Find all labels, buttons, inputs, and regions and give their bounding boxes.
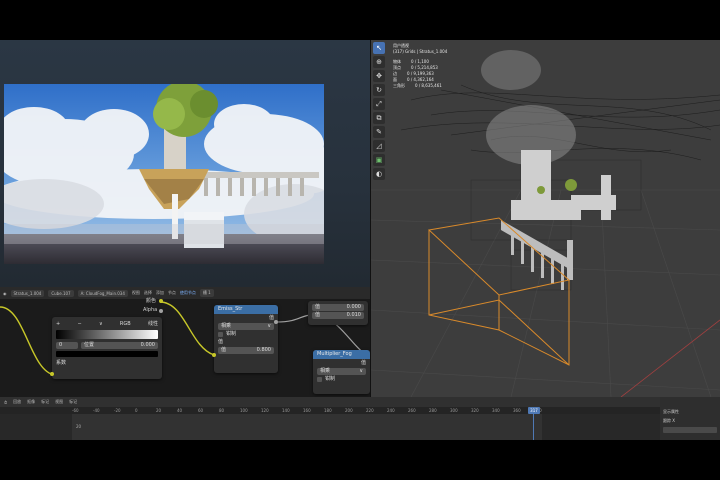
clamp-label: 钳制 <box>325 376 336 382</box>
move-icon[interactable]: ✥ <box>373 70 385 82</box>
add-stop-button[interactable]: + <box>56 320 60 328</box>
value-field-b[interactable]: 值 0.010 <box>312 311 364 319</box>
menu-marker[interactable]: 标记 <box>69 399 77 405</box>
ramp-menu-icon[interactable]: ∨ <box>99 320 103 328</box>
ruler-tick-label: 280 <box>429 408 437 413</box>
alpha-output-label: Alpha <box>143 307 158 313</box>
value-input-label: 值 <box>218 339 224 345</box>
side-panel-label: 跟踪 X <box>663 418 676 423</box>
value-node-partial[interactable]: 值 0.000 值 0.010 <box>308 301 368 325</box>
ruler-tick-label: 260 <box>408 408 416 413</box>
viewport-toolbar: ↖ ⊕ ✥ ↻ ⤢ ⧉ ✎ ◿ ▣ ◐ <box>373 42 385 180</box>
render-result-image <box>4 84 324 264</box>
3d-viewport[interactable]: ↖ ⊕ ✥ ↻ ⤢ ⧉ ✎ ◿ ▣ ◐ 用户透视 (317) Grids | S… <box>371 40 720 397</box>
image-viewer[interactable] <box>0 40 370 287</box>
ruler-tick-label: 180 <box>324 408 332 413</box>
node-title: Emiss_Str <box>214 305 278 314</box>
timeline-side-panel: 显示属性 跟踪 X <box>660 397 720 440</box>
ruler-tick-label: 20 <box>156 408 162 413</box>
clamp-checkbox[interactable] <box>317 376 322 382</box>
ruler-tick-label: 80 <box>219 408 225 413</box>
ramp-interpolation[interactable]: 线性 <box>148 320 158 328</box>
viewport-stats-overlay: 用户透视 (317) Grids | Stratus_1.004 物体 0 / 1… <box>393 43 447 89</box>
color-ramp-gradient[interactable] <box>56 330 158 339</box>
color-ramp-node[interactable]: + − ∨ RGB 线性 0 位置 0.000 系数 <box>52 317 162 379</box>
rotate-icon[interactable]: ↻ <box>373 84 385 96</box>
factor-input-socket[interactable] <box>50 372 54 376</box>
ruler-tick-label: 60 <box>198 408 204 413</box>
stop-index-field[interactable]: 0 <box>56 341 78 349</box>
ruler-tick-label: 40 <box>177 408 183 413</box>
scale-icon[interactable]: ⤢ <box>373 98 385 110</box>
ruler-tick-label: 360 <box>513 408 521 413</box>
value-field-a[interactable]: 值 0.000 <box>312 303 364 311</box>
alpha-output-socket[interactable] <box>159 309 163 313</box>
timeline-ruler[interactable]: -60 -40 -20 0 20 40 60 80 100 120 140 160 180 200 220 2… <box>0 407 660 414</box>
stat-triangles: 三角形 0 / 8,635,461 <box>393 83 442 88</box>
menu-markers[interactable]: 标记 <box>41 399 49 405</box>
ruler-tick-label: -40 <box>93 408 100 413</box>
ruler-tick-label: 200 <box>345 408 353 413</box>
measure-icon[interactable]: ◿ <box>373 140 385 152</box>
ruler-tick-label: 100 <box>240 408 248 413</box>
current-frame-indicator[interactable]: 317 <box>528 407 540 414</box>
color-output-socket[interactable] <box>159 299 163 303</box>
collection-info: (317) Grids | Stratus_1.004 <box>393 49 448 54</box>
side-panel-field[interactable] <box>663 427 717 433</box>
value-output-label: 值 <box>360 360 366 366</box>
ruler-tick-label: 160 <box>303 408 311 413</box>
color-output-label: 颜色 <box>146 298 157 304</box>
timeline-frame-range <box>72 414 542 440</box>
side-panel-title: 显示属性 <box>663 409 679 414</box>
clamp-checkbox[interactable] <box>218 331 223 337</box>
clamp-label: 钳制 <box>226 331 237 337</box>
ruler-tick-label: 0 <box>135 408 138 413</box>
cursor-icon[interactable]: ⊕ <box>373 56 385 68</box>
operation-dropdown[interactable]: 相乘 ∨ <box>317 367 366 375</box>
menu-keying[interactable]: 抠像 <box>27 399 35 405</box>
emiss-input-socket[interactable] <box>212 353 216 357</box>
keyframe-label: 20 <box>76 424 82 429</box>
select-icon[interactable]: ↖ <box>373 42 385 54</box>
ruler-tick-label: -20 <box>114 408 121 413</box>
ruler-tick-label: -60 <box>72 408 79 413</box>
emiss-output-socket[interactable] <box>274 320 278 324</box>
timeline[interactable]: ⏱ 回放 抠像 标记 视图 标记 -60 -40 -20 0 20 40 60 80 100 12… <box>0 397 720 440</box>
letterbox-bottom <box>0 440 720 480</box>
stop-color-swatch[interactable] <box>56 351 158 357</box>
shader-node-editor[interactable]: ◉ Stratus_1.004 Cube.107 A: CloudFog_Mai… <box>0 287 370 397</box>
operation-dropdown[interactable]: 相乘 ∨ <box>218 322 274 330</box>
factor-input-label: 系数 <box>56 360 67 366</box>
extra-icon[interactable]: ◐ <box>373 168 385 180</box>
math-node-emiss-str[interactable]: Emiss_Str 值 相乘 ∨ 钳制 值 值 0.800 <box>214 305 278 373</box>
ruler-tick-label: 320 <box>471 408 479 413</box>
timeline-header: ⏱ 回放 抠像 标记 视图 标记 <box>0 397 720 407</box>
annotate-icon[interactable]: ✎ <box>373 126 385 138</box>
ruler-tick-label: 140 <box>282 408 290 413</box>
letterbox-top <box>0 0 720 40</box>
node-title: Multiplier_Fog <box>313 350 370 359</box>
ruler-tick-label: 220 <box>366 408 374 413</box>
value-field[interactable]: 值 0.800 <box>218 346 274 354</box>
math-node-multiplier-fog[interactable]: Multiplier_Fog 值 相乘 ∨ 钳制 <box>313 350 370 394</box>
ruler-tick-label: 120 <box>261 408 269 413</box>
remove-stop-button[interactable]: − <box>77 320 81 328</box>
ruler-tick-label: 240 <box>387 408 395 413</box>
timeline-editor-icon[interactable]: ⏱ <box>4 400 7 405</box>
transform-icon[interactable]: ⧉ <box>373 112 385 124</box>
add-cube-icon[interactable]: ▣ <box>373 154 385 166</box>
menu-view[interactable]: 视图 <box>55 399 63 405</box>
ramp-color-mode[interactable]: RGB <box>120 320 131 328</box>
viewport-scene <box>371 50 720 397</box>
menu-playback[interactable]: 回放 <box>13 399 21 405</box>
stop-position-field[interactable]: 位置 0.000 <box>81 341 158 349</box>
ruler-tick-label: 340 <box>492 408 500 413</box>
ruler-tick-label: 300 <box>450 408 458 413</box>
